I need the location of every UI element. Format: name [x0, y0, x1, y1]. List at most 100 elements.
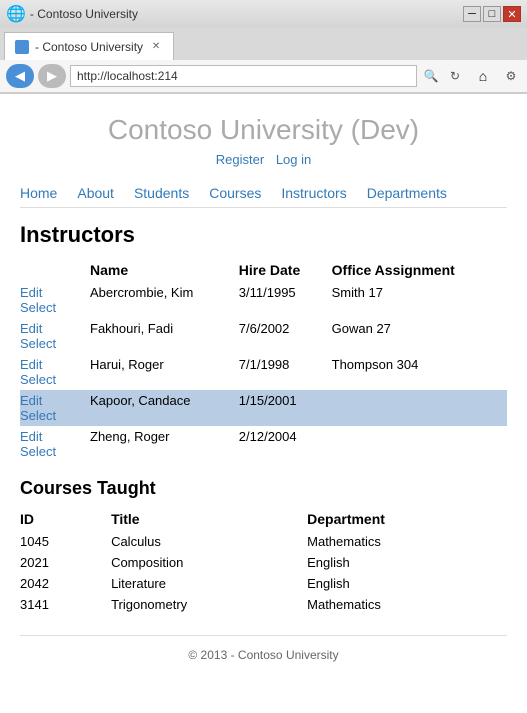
favicon-icon: 🌐 [6, 4, 26, 24]
maximize-button[interactable]: □ [483, 6, 501, 22]
edit-link[interactable]: Edit [20, 285, 42, 300]
edit-link[interactable]: Edit [20, 393, 42, 408]
row-actions: Edit Select [20, 354, 90, 390]
courses-col-id-header: ID [20, 507, 111, 531]
select-link[interactable]: Select [20, 444, 56, 459]
address-text: http://localhost:214 [77, 69, 178, 83]
forward-button[interactable]: ▶ [38, 64, 66, 88]
course-dept: Mathematics [307, 531, 507, 552]
page-footer: © 2013 - Contoso University [20, 635, 507, 662]
course-id: 3141 [20, 594, 111, 615]
tab-close-button[interactable]: ✕ [149, 40, 163, 54]
forward-icon: ▶ [47, 68, 57, 84]
row-name: Kapoor, Candace [90, 390, 239, 426]
table-row: Edit Select Harui, Roger 7/1/1998 Thomps… [20, 354, 507, 390]
edit-link[interactable]: Edit [20, 357, 42, 372]
nav-home[interactable]: Home [20, 185, 67, 201]
tab-bar: - Contoso University ✕ [0, 28, 527, 60]
row-office: Smith 17 [332, 282, 507, 318]
course-title: Calculus [111, 531, 307, 552]
tab-label: - Contoso University [35, 40, 143, 54]
title-bar-left: 🌐 - Contoso University [6, 4, 138, 24]
select-link[interactable]: Select [20, 372, 56, 387]
table-row: Edit Select Fakhouri, Fadi 7/6/2002 Gowa… [20, 318, 507, 354]
row-hiredate: 1/15/2001 [239, 390, 332, 426]
row-hiredate: 7/6/2002 [239, 318, 332, 354]
courses-row: 1045 Calculus Mathematics [20, 531, 507, 552]
main-nav: Home About Students Courses Instructors … [20, 179, 507, 208]
page-heading: Instructors [20, 222, 507, 248]
course-dept: English [307, 573, 507, 594]
minimize-button[interactable]: ─ [463, 6, 481, 22]
nav-courses[interactable]: Courses [199, 185, 271, 201]
instructors-table: Name Hire Date Office Assignment Edit Se… [20, 258, 507, 462]
row-office [332, 390, 507, 426]
courses-col-title-header: Title [111, 507, 307, 531]
back-button[interactable]: ◀ [6, 64, 34, 88]
row-office [332, 426, 507, 462]
home-button[interactable]: ⌂ [469, 64, 497, 88]
course-id: 1045 [20, 531, 111, 552]
refresh-icon[interactable]: ↻ [445, 66, 465, 86]
tab-favicon [15, 40, 29, 54]
row-name: Zheng, Roger [90, 426, 239, 462]
course-dept: Mathematics [307, 594, 507, 615]
course-id: 2021 [20, 552, 111, 573]
login-link[interactable]: Log in [276, 152, 311, 167]
row-name: Abercrombie, Kim [90, 282, 239, 318]
course-title: Literature [111, 573, 307, 594]
nav-about[interactable]: About [67, 185, 124, 201]
row-actions: Edit Select [20, 390, 90, 426]
site-title: Contoso University (Dev) [20, 114, 507, 146]
tools-icon[interactable]: ⚙ [501, 66, 521, 86]
row-name: Harui, Roger [90, 354, 239, 390]
row-hiredate: 3/11/1995 [239, 282, 332, 318]
active-tab[interactable]: - Contoso University ✕ [4, 32, 174, 60]
courses-row: 2042 Literature English [20, 573, 507, 594]
row-actions: Edit Select [20, 426, 90, 462]
page-content: Contoso University (Dev) Register Log in… [0, 94, 527, 682]
row-office: Thompson 304 [332, 354, 507, 390]
course-title: Composition [111, 552, 307, 573]
courses-heading: Courses Taught [20, 478, 507, 499]
row-hiredate: 2/12/2004 [239, 426, 332, 462]
site-header: Contoso University (Dev) Register Log in [20, 94, 507, 179]
col-actions-header [20, 258, 90, 282]
back-icon: ◀ [15, 68, 25, 84]
row-office: Gowan 27 [332, 318, 507, 354]
col-hiredate-header: Hire Date [239, 258, 332, 282]
site-nav-top: Register Log in [20, 152, 507, 167]
course-title: Trigonometry [111, 594, 307, 615]
col-office-header: Office Assignment [332, 258, 507, 282]
search-icon[interactable]: 🔍 [421, 66, 441, 86]
course-id: 2042 [20, 573, 111, 594]
nav-departments[interactable]: Departments [357, 185, 457, 201]
courses-row: 2021 Composition English [20, 552, 507, 573]
browser-chrome: 🌐 - Contoso University ─ □ ✕ - Contoso U… [0, 0, 527, 94]
register-link[interactable]: Register [216, 152, 264, 167]
course-dept: English [307, 552, 507, 573]
courses-table: ID Title Department 1045 Calculus Mathem… [20, 507, 507, 615]
nav-students[interactable]: Students [124, 185, 199, 201]
address-input[interactable]: http://localhost:214 [70, 65, 417, 87]
edit-link[interactable]: Edit [20, 321, 42, 336]
edit-link[interactable]: Edit [20, 429, 42, 444]
select-link[interactable]: Select [20, 408, 56, 423]
row-hiredate: 7/1/1998 [239, 354, 332, 390]
row-actions: Edit Select [20, 282, 90, 318]
footer-text: © 2013 - Contoso University [188, 648, 338, 662]
table-row: Edit Select Abercrombie, Kim 3/11/1995 S… [20, 282, 507, 318]
close-button[interactable]: ✕ [503, 6, 521, 22]
select-link[interactable]: Select [20, 300, 56, 315]
table-row: Edit Select Zheng, Roger 2/12/2004 [20, 426, 507, 462]
nav-instructors[interactable]: Instructors [271, 185, 356, 201]
col-name-header: Name [90, 258, 239, 282]
address-bar: ◀ ▶ http://localhost:214 🔍 ↻ ⌂ ⚙ [0, 60, 527, 93]
select-link[interactable]: Select [20, 336, 56, 351]
window-title: - Contoso University [30, 7, 138, 21]
title-bar: 🌐 - Contoso University ─ □ ✕ [0, 0, 527, 28]
row-actions: Edit Select [20, 318, 90, 354]
table-row: Edit Select Kapoor, Candace 1/15/2001 [20, 390, 507, 426]
window-controls: ─ □ ✕ [463, 6, 521, 22]
courses-row: 3141 Trigonometry Mathematics [20, 594, 507, 615]
